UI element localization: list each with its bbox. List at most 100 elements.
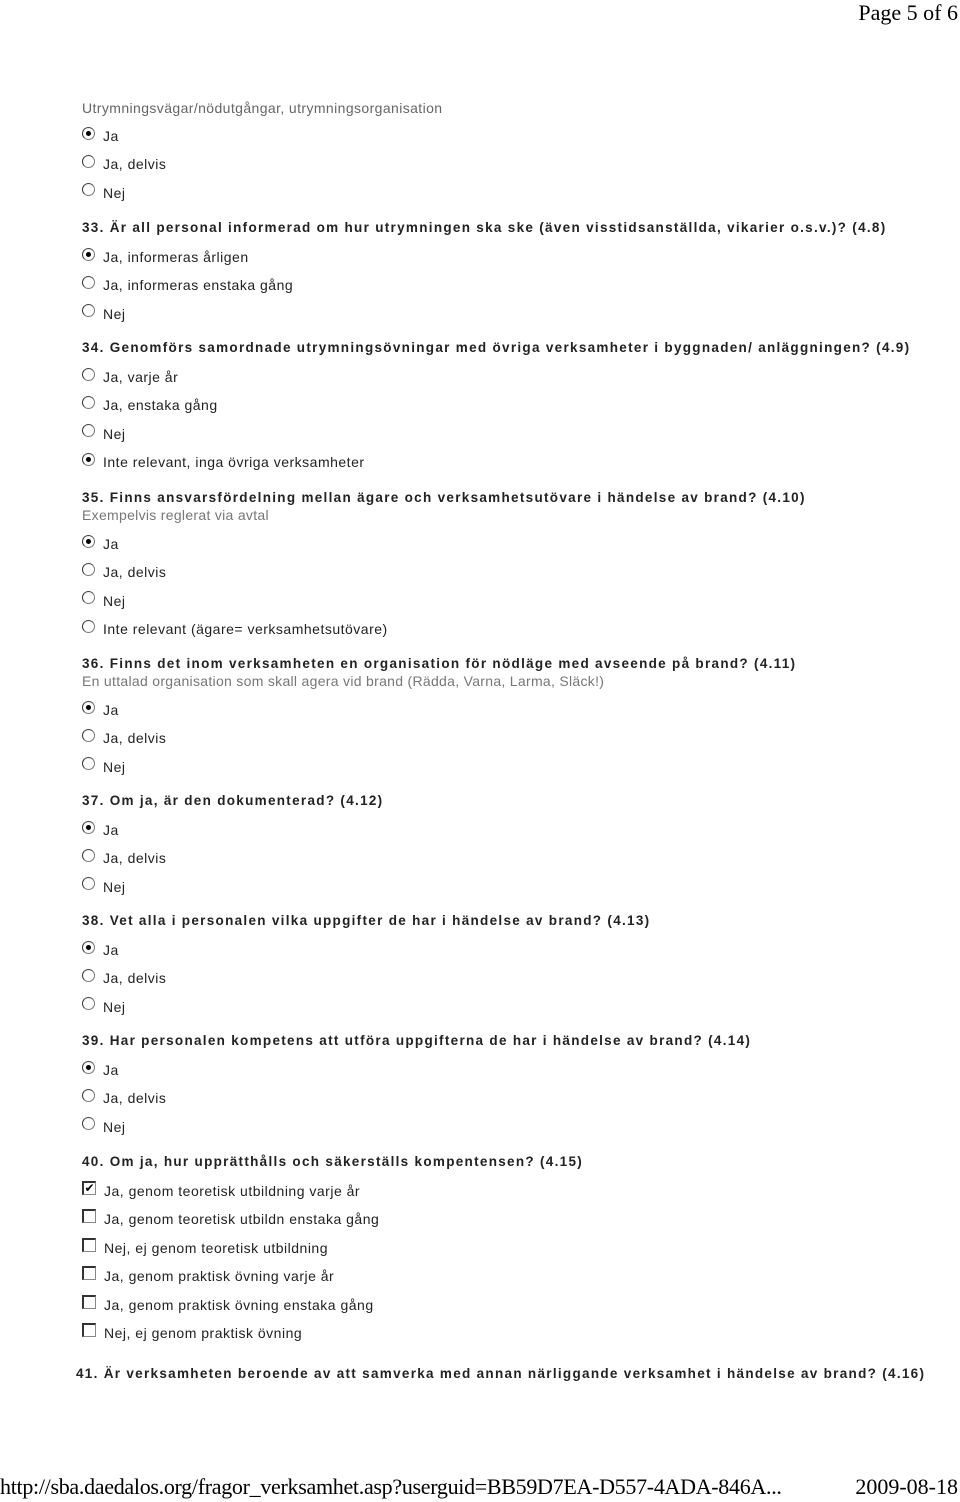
question-33-option[interactable]: Ja, informeras årligen (82, 243, 249, 265)
option-label: Ja, delvis (103, 730, 167, 747)
page-number: Page 5 of 6 (858, 0, 958, 25)
question-39-option[interactable]: Ja (82, 1056, 119, 1078)
question-36-option[interactable]: Nej (82, 753, 126, 775)
radio-unchecked-icon[interactable] (82, 367, 95, 381)
radio-unchecked-icon[interactable] (82, 395, 95, 409)
checkbox-unchecked-icon[interactable] (82, 1266, 96, 1281)
question-34-option[interactable]: Nej (82, 420, 126, 442)
checkbox-checked-icon[interactable]: ✔ (82, 1181, 96, 1195)
radio-unchecked-icon[interactable] (82, 304, 95, 318)
radio-unchecked-icon[interactable] (82, 562, 95, 576)
radio-unchecked-icon[interactable] (82, 997, 95, 1011)
radio-unchecked-icon[interactable] (82, 183, 95, 197)
question-33: 33. Är all personal informerad om hur ut… (82, 220, 887, 235)
question-35-option[interactable]: Inte relevant (ägare= verksamhetsutövare… (82, 615, 388, 637)
option-label: Ja (103, 536, 119, 552)
radio-unchecked-icon[interactable] (82, 424, 95, 438)
question-35: 35. Finns ansvarsfördelning mellan ägare… (82, 490, 806, 505)
question-39-option[interactable]: Nej (82, 1113, 126, 1135)
option-label: Ja (103, 942, 119, 958)
radio-checked-icon[interactable] (82, 247, 95, 261)
radio-unchecked-icon[interactable] (82, 591, 95, 605)
section-option[interactable]: Nej (82, 179, 126, 201)
option-label: Ja, delvis (103, 970, 167, 987)
question-33-option[interactable]: Ja, informeras enstaka gång (82, 271, 293, 293)
option-label: Inte relevant (ägare= verksamhetsutövare… (103, 621, 388, 638)
question-40-option[interactable]: Ja, genom praktisk övning varje år (82, 1262, 334, 1284)
option-label: Nej, ej genom praktisk övning (104, 1325, 303, 1341)
radio-checked-icon[interactable] (82, 940, 95, 954)
question-39-option[interactable]: Ja, delvis (82, 1084, 166, 1106)
option-label: Nej, ej genom teoretisk utbildning (104, 1239, 329, 1256)
radio-unchecked-icon[interactable] (82, 154, 95, 168)
checkbox-unchecked-icon[interactable] (82, 1294, 96, 1309)
question-38-option[interactable]: Ja (82, 936, 119, 958)
option-label: Nej (103, 184, 126, 201)
question-38-option[interactable]: Nej (82, 993, 126, 1015)
radio-unchecked-icon[interactable] (82, 1117, 95, 1131)
question-35-hint: Exempelvis reglerat via avtal (82, 507, 269, 523)
question-40-option[interactable]: Ja, genom teoretisk utbildn enstaka gång (82, 1205, 379, 1227)
radio-checked-icon[interactable] (82, 452, 95, 466)
question-41: 41. Är verksamheten beroende av att samv… (76, 1366, 926, 1381)
question-35-option[interactable]: Nej (82, 587, 126, 609)
option-label: Ja (103, 702, 119, 718)
question-39: 39. Har personalen kompetens att utföra … (82, 1033, 752, 1048)
question-37-option[interactable]: Ja, delvis (82, 844, 166, 866)
radio-checked-icon[interactable] (82, 1060, 95, 1074)
option-label: Ja (103, 1062, 119, 1078)
option-label: Inte relevant, inga övriga verksamheter (103, 454, 365, 471)
checkbox-unchecked-icon[interactable] (82, 1237, 96, 1252)
question-40-option[interactable]: Ja, genom praktisk övning enstaka gång (82, 1291, 374, 1313)
section-title: Utrymningsvägar/nödutgångar, utrymningso… (82, 100, 443, 116)
option-label: Nej (103, 998, 126, 1015)
option-label: Ja, informeras årligen (103, 249, 249, 265)
radio-unchecked-icon[interactable] (82, 619, 95, 633)
footer-date: 2009-08-18 (855, 1474, 958, 1499)
radio-checked-icon[interactable] (82, 534, 95, 548)
question-33-option[interactable]: Nej (82, 300, 126, 322)
question-34-option[interactable]: Ja, enstaka gång (82, 391, 218, 413)
question-35-option[interactable]: Ja, delvis (82, 558, 166, 580)
radio-unchecked-icon[interactable] (82, 877, 95, 891)
question-40-option[interactable]: Nej, ej genom praktisk övning (82, 1319, 302, 1341)
question-34-option[interactable]: Ja, varje år (82, 363, 178, 385)
option-label: Nej (103, 1118, 126, 1135)
section-option[interactable]: Ja (82, 122, 119, 144)
question-40-option[interactable]: ✔ Ja, genom teoretisk utbildning varje år (82, 1177, 360, 1199)
section-option[interactable]: Ja, delvis (82, 150, 166, 172)
option-label: Nej (103, 592, 126, 609)
checkbox-unchecked-icon[interactable] (82, 1323, 96, 1337)
radio-unchecked-icon[interactable] (82, 728, 95, 742)
option-label: Nej (103, 425, 126, 442)
checkbox-unchecked-icon[interactable] (82, 1209, 96, 1224)
radio-checked-icon[interactable] (82, 700, 95, 714)
radio-checked-icon[interactable] (82, 126, 95, 140)
radio-unchecked-icon[interactable] (82, 1088, 95, 1102)
question-37-option[interactable]: Nej (82, 873, 126, 895)
option-label: Ja, enstaka gång (103, 397, 218, 414)
question-36-option[interactable]: Ja, delvis (82, 724, 166, 746)
option-label: Ja, delvis (103, 850, 167, 867)
question-36-hint: En uttalad organisation som skall agera … (82, 673, 605, 689)
question-34-option[interactable]: Inte relevant, inga övriga verksamheter (82, 448, 365, 470)
option-label: Ja (103, 822, 119, 838)
option-label: Ja, genom praktisk övning varje år (104, 1268, 335, 1285)
option-label: Ja, delvis (103, 1090, 167, 1107)
radio-checked-icon[interactable] (82, 820, 95, 834)
option-label: Nej (103, 878, 126, 895)
question-37-option[interactable]: Ja (82, 816, 119, 838)
question-40-option[interactable]: Nej, ej genom teoretisk utbildning (82, 1234, 328, 1256)
radio-unchecked-icon[interactable] (82, 968, 95, 982)
question-38-option[interactable]: Ja, delvis (82, 964, 166, 986)
radio-unchecked-icon[interactable] (82, 757, 95, 771)
option-label: Nej (103, 758, 126, 775)
question-36: 36. Finns det inom verksamheten en organ… (82, 656, 797, 671)
question-36-option[interactable]: Ja (82, 696, 119, 718)
question-35-option[interactable]: Ja (82, 530, 119, 552)
footer-url: http://sba.daedalos.org/fragor_verksamhe… (0, 1474, 782, 1499)
option-label: Ja (103, 128, 119, 144)
radio-unchecked-icon[interactable] (82, 848, 95, 862)
radio-unchecked-icon[interactable] (82, 275, 95, 289)
question-37: 37. Om ja, är den dokumenterad? (4.12) (82, 793, 384, 808)
